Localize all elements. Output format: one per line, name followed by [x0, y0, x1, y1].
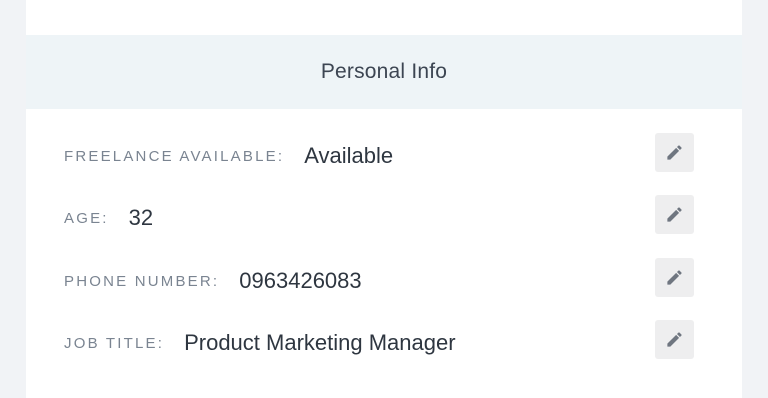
info-row-job-title: JOB TITLE: Product Marketing Manager — [26, 320, 742, 363]
pencil-icon — [667, 207, 682, 222]
edit-freelance-available-button[interactable] — [655, 133, 694, 172]
info-label: PHONE NUMBER: — [64, 272, 220, 290]
info-row-phone-number: PHONE NUMBER: 0963426083 — [26, 258, 742, 301]
pencil-icon — [667, 145, 682, 160]
info-value: 32 — [128, 205, 154, 230]
edit-age-button[interactable] — [655, 195, 694, 234]
info-value: Product Marketing Manager — [184, 330, 456, 355]
info-row-freelance-available: FREELANCE AVAILABLE: Available — [26, 133, 742, 176]
edit-job-title-button[interactable] — [655, 320, 694, 359]
info-label: FREELANCE AVAILABLE: — [64, 147, 285, 165]
pencil-icon — [667, 270, 682, 285]
card-top-strip — [26, 0, 742, 35]
personal-info-card: Personal Info FREELANCE AVAILABLE: Avail… — [26, 0, 742, 398]
info-row-age: AGE: 32 — [26, 195, 742, 238]
info-value: Available — [304, 143, 394, 168]
edit-phone-number-button[interactable] — [655, 258, 694, 297]
info-label: JOB TITLE: — [64, 334, 165, 352]
info-label: AGE: — [64, 209, 109, 227]
section-header: Personal Info — [26, 35, 742, 109]
section-title: Personal Info — [320, 60, 448, 83]
pencil-icon — [667, 332, 682, 347]
info-value: 0963426083 — [239, 268, 362, 293]
